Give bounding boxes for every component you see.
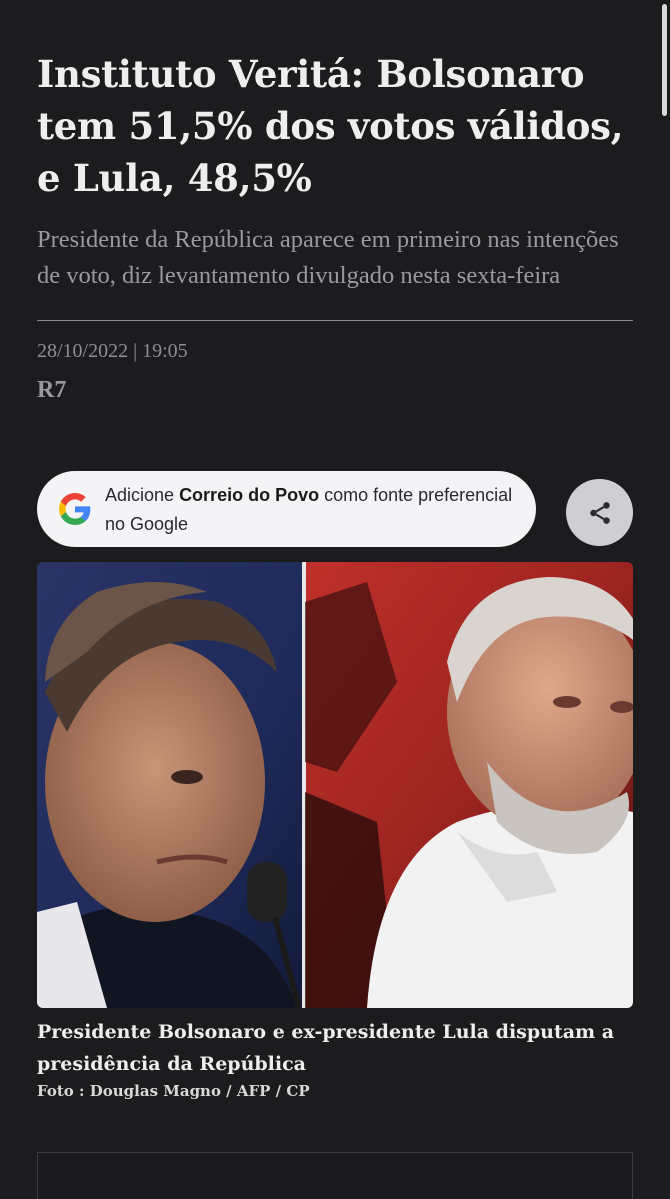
google-preferred-source-button[interactable]: Adicione Correio do Povo como fonte pref… — [37, 471, 536, 547]
photo-credit: Foto : Douglas Magno / AFP / CP — [37, 1082, 310, 1100]
article-photo — [37, 562, 633, 1008]
headline: Instituto Veritá: Bolsonaro tem 51,5% do… — [37, 52, 624, 200]
share-icon — [589, 501, 610, 524]
photo-caption: Presidente Bolsonaro e ex-presidente Lul… — [37, 1021, 615, 1075]
article: Instituto Veritá: Bolsonaro tem 51,5% do… — [37, 0, 633, 1199]
candidates-photo — [37, 562, 633, 1008]
google-g-icon — [59, 493, 91, 525]
publish-date: 28/10/2022 | 19:05 — [37, 340, 188, 362]
scrollbar[interactable] — [662, 4, 667, 116]
pill-brand: Correio do Povo — [179, 485, 320, 505]
share-button[interactable] — [566, 479, 633, 546]
pill-prefix: Adicione — [105, 485, 180, 505]
google-preferred-source-row: Adicione Correio do Povo como fonte pref… — [37, 471, 633, 547]
ad-container — [37, 1152, 633, 1199]
google-preferred-source-text: Adicione Correio do Povo como fonte pref… — [105, 481, 515, 539]
divider — [37, 320, 633, 321]
source-label: R7 — [37, 377, 67, 403]
subtitle: Presidente da República aparece em prime… — [37, 226, 619, 289]
